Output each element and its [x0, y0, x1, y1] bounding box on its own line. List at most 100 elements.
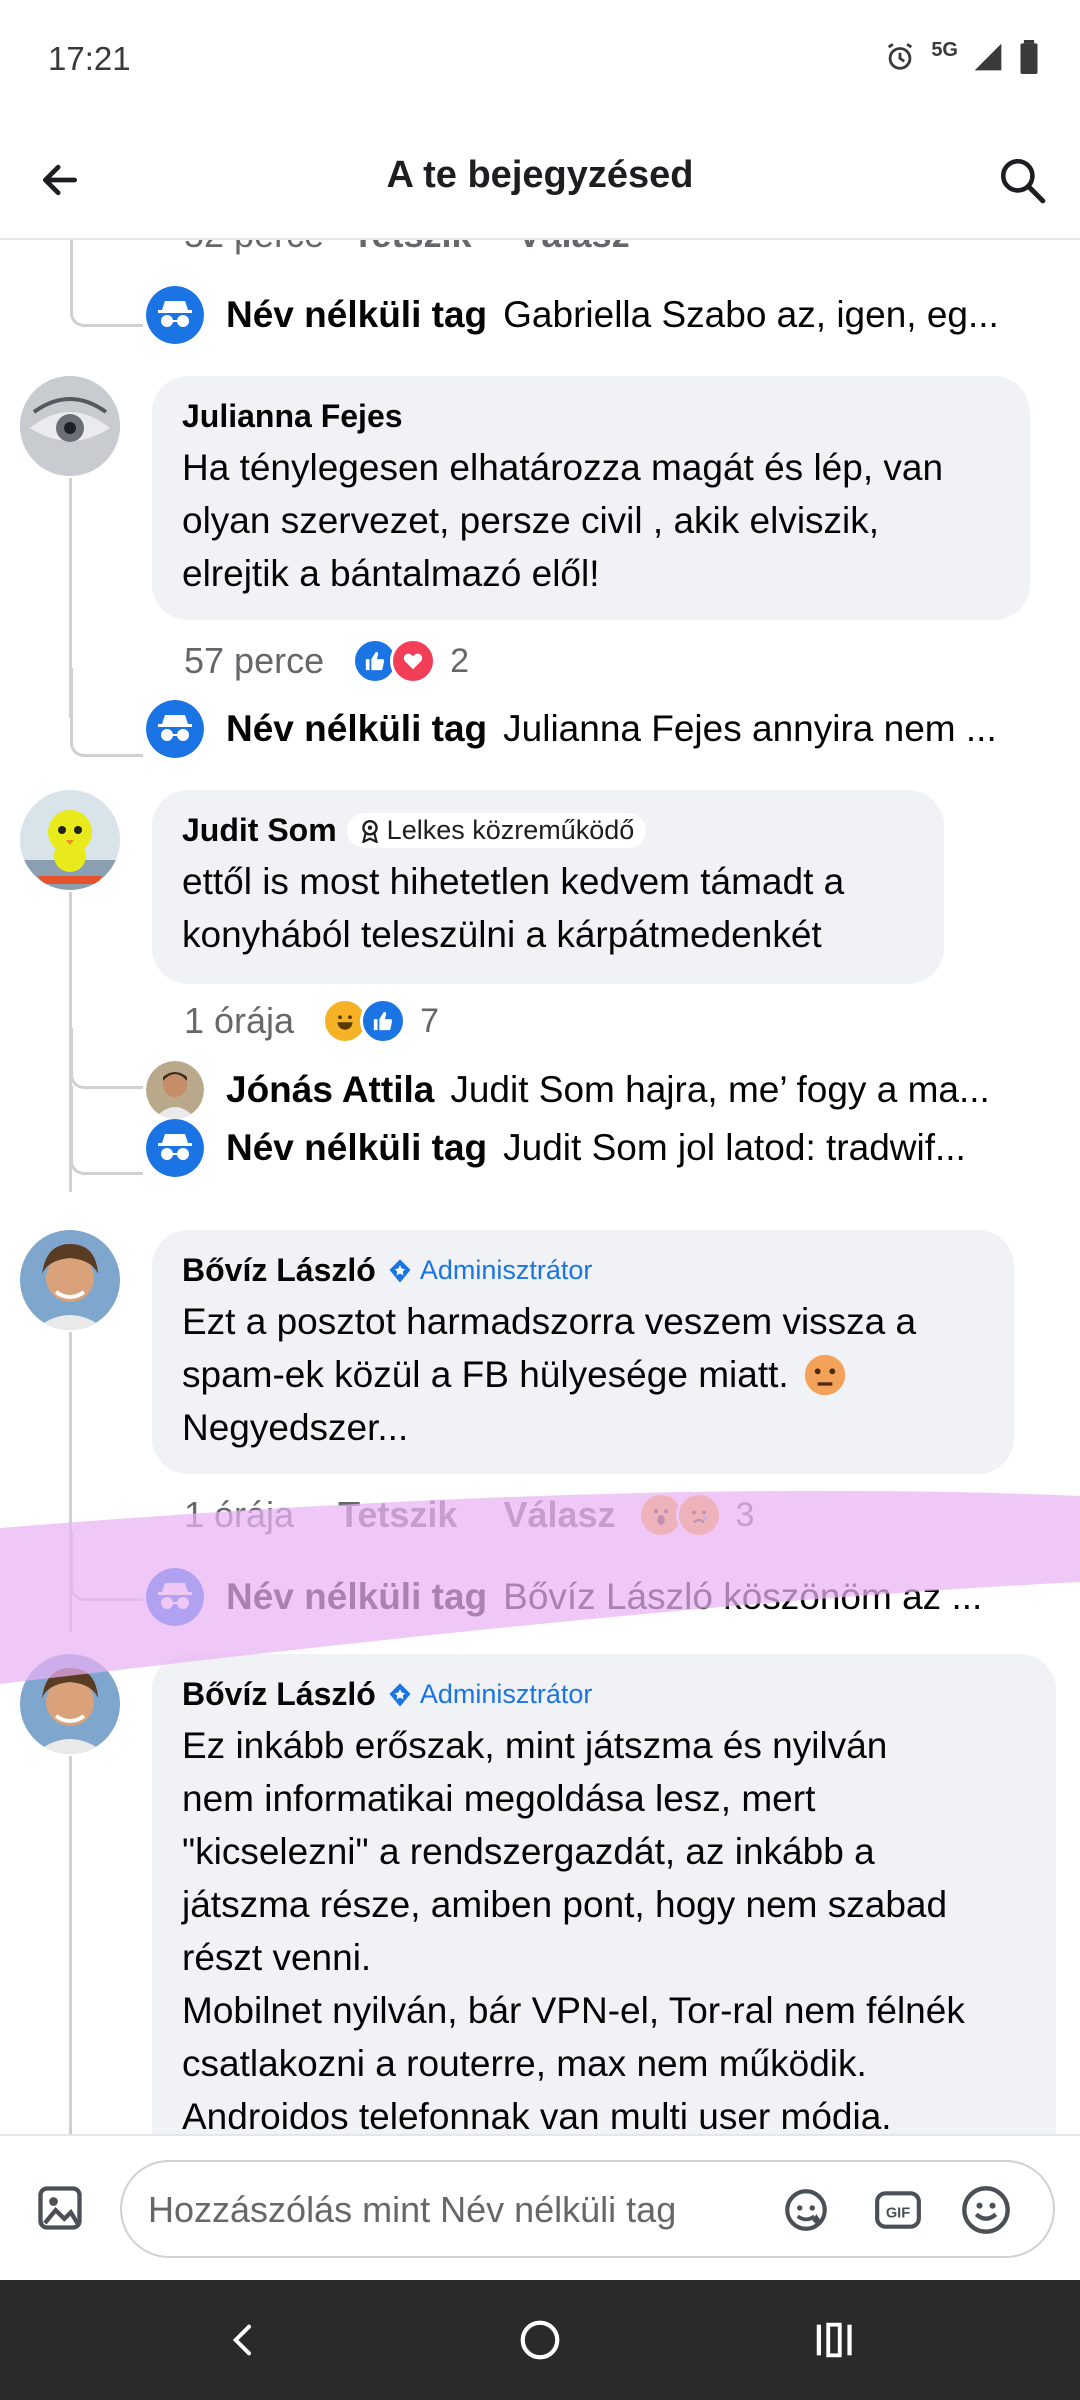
- comment-author[interactable]: Julianna Fejes: [182, 398, 1000, 435]
- comment-meta-partial: 52 perce Tetszik Válasz: [184, 238, 676, 256]
- reply-preview[interactable]: Julianna Fejes annyira nem ...: [503, 708, 997, 750]
- battery-icon: [1020, 40, 1038, 74]
- anonymous-avatar-icon: [146, 700, 204, 758]
- emoji-icon: [962, 2186, 1010, 2234]
- person-avatar-image: [146, 1061, 204, 1119]
- reply-row[interactable]: Név nélküli tag Bővíz László köszönöm az…: [146, 1568, 982, 1626]
- search-button[interactable]: [990, 148, 1054, 212]
- reply-button[interactable]: Válasz: [503, 1494, 615, 1536]
- like-button[interactable]: Tetszik: [338, 1494, 457, 1536]
- reactions[interactable]: [637, 1492, 722, 1538]
- nav-recents-button[interactable]: [804, 2310, 864, 2370]
- admin-badge[interactable]: Adminisztrátor: [386, 1255, 592, 1286]
- reply-author[interactable]: Név nélküli tag: [226, 294, 487, 336]
- comment-meta: 57 perce 2: [184, 638, 469, 684]
- neutral-face-emoji-icon: [804, 1354, 845, 1395]
- app-bar: A te bejegyzésed: [0, 120, 1080, 240]
- comment-bubble[interactable]: Judit Som Lelkes közreműködő ettől is mo…: [152, 790, 944, 984]
- thread-connector: [70, 1532, 143, 1601]
- status-time: 17:21: [48, 40, 131, 77]
- nav-back-button[interactable]: [214, 2310, 274, 2370]
- recents-icon: [816, 2322, 852, 2358]
- reply-button[interactable]: Válasz: [517, 238, 629, 256]
- comment-bubble[interactable]: Bővíz László Adminisztrátor Ezt a poszto…: [152, 1230, 1014, 1474]
- reply-preview[interactable]: Judit Som jol latod: tradwif...: [503, 1127, 966, 1169]
- reactions[interactable]: [322, 998, 407, 1044]
- reply-row[interactable]: Név nélküli tag Judit Som jol latod: tra…: [146, 1119, 966, 1177]
- comment-author[interactable]: Bővíz László Adminisztrátor: [182, 1676, 1026, 1713]
- like-reaction-icon: [360, 998, 407, 1044]
- eye-avatar-image: [20, 376, 120, 476]
- avatar[interactable]: [20, 376, 120, 476]
- network-type: 5G: [931, 38, 958, 61]
- image-icon: [38, 2186, 82, 2230]
- reply-author[interactable]: Név nélküli tag: [226, 1576, 487, 1618]
- chick-avatar-image: [20, 790, 120, 890]
- contributor-badge[interactable]: Lelkes közreműködő: [346, 813, 647, 848]
- comment-input-placeholder: Hozzászólás mint Név nélküli tag: [148, 2189, 677, 2230]
- comment-input[interactable]: Hozzászólás mint Név nélküli tag GIF: [120, 2160, 1055, 2258]
- avatar[interactable]: [20, 790, 120, 890]
- avatar-sticker-button[interactable]: [780, 2184, 832, 2236]
- reply-author[interactable]: Név nélküli tag: [226, 1127, 487, 1169]
- status-icons: 5G: [883, 38, 1040, 74]
- reactions[interactable]: [352, 638, 437, 684]
- admin-badge[interactable]: Adminisztrátor: [386, 1679, 592, 1710]
- avatar[interactable]: [20, 1230, 120, 1330]
- emoji-button[interactable]: [960, 2184, 1012, 2236]
- gif-button[interactable]: GIF: [872, 2184, 924, 2236]
- reply-row[interactable]: Jónás Attila Judit Som hajra, me’ fogy a…: [146, 1061, 990, 1119]
- reply-author[interactable]: Jónás Attila: [226, 1069, 434, 1111]
- thread-connector: [70, 1086, 143, 1175]
- comment-text: ettől is most hihetetlen kedvem támadt a…: [182, 861, 845, 955]
- comment-text: Ezt a posztot harmadszorra veszem vissza…: [182, 1301, 917, 1448]
- admin-shield-icon: [389, 1258, 411, 1283]
- thread-connector: [70, 1028, 143, 1089]
- photo-button[interactable]: [34, 2182, 86, 2234]
- sad-reaction-icon: [675, 1492, 722, 1538]
- signal-icon: [974, 43, 1002, 71]
- comment-text: Ha ténylegesen elhatározza magát és lép,…: [182, 447, 944, 594]
- svg-text:GIF: GIF: [886, 2205, 910, 2221]
- person-avatar-image: [20, 1654, 120, 1754]
- like-button[interactable]: Tetszik: [352, 238, 471, 256]
- comment-bubble[interactable]: Julianna Fejes Ha ténylegesen elhatározz…: [152, 376, 1030, 620]
- comment-composer: Hozzászólás mint Név nélküli tag GIF: [0, 2134, 1080, 2282]
- reply-author[interactable]: Név nélküli tag: [226, 708, 487, 750]
- admin-shield-icon: [389, 1682, 411, 1707]
- avatar: [146, 1061, 204, 1119]
- reaction-count[interactable]: 3: [736, 1496, 755, 1535]
- reply-preview[interactable]: Gabriella Szabo az, igen, eg...: [503, 294, 999, 336]
- thread-connector: [70, 668, 143, 757]
- chevron-left-icon: [232, 2324, 251, 2356]
- home-circle-icon: [520, 2320, 560, 2360]
- person-avatar-image: [20, 1230, 120, 1330]
- reaction-count[interactable]: 7: [420, 1002, 439, 1041]
- reply-preview[interactable]: Judit Som hajra, me’ fogy a ma...: [450, 1069, 989, 1111]
- reply-preview[interactable]: Bővíz László köszönöm az ...: [503, 1576, 982, 1618]
- anonymous-avatar-icon: [146, 1119, 204, 1177]
- gif-icon: GIF: [875, 2191, 921, 2229]
- comment-author[interactable]: Judit Som Lelkes közreműködő: [182, 812, 914, 849]
- alarm-icon: [888, 43, 913, 70]
- award-icon: [361, 819, 378, 843]
- comments-feed[interactable]: 52 perce Tetszik Válasz Név nélküli tag …: [0, 238, 1080, 2134]
- anonymous-avatar-icon: [146, 286, 204, 344]
- page-title: A te bejegyzésed: [386, 154, 694, 196]
- reaction-count[interactable]: 2: [450, 642, 469, 681]
- status-bar: 17:21 5G: [0, 0, 1080, 120]
- comment-meta: 1 órája Tetszik Válasz 3: [184, 1492, 754, 1538]
- avatar[interactable]: [20, 1654, 120, 1754]
- thread-connector: [70, 238, 143, 327]
- anonymous-avatar-icon: [146, 1568, 204, 1626]
- comment-meta: 1 órája 7: [184, 998, 439, 1044]
- reply-row[interactable]: Név nélküli tag Gabriella Szabo az, igen…: [146, 286, 999, 344]
- comment-author[interactable]: Bővíz László Adminisztrátor: [182, 1252, 984, 1289]
- thread-line: [69, 1756, 72, 2134]
- avatar-sticker-icon: [785, 2189, 827, 2231]
- love-reaction-icon: [390, 638, 437, 684]
- comment-text: Ez inkább erőszak, mint játszma és nyilv…: [182, 1725, 965, 2134]
- nav-home-button[interactable]: [510, 2310, 570, 2370]
- reply-row[interactable]: Név nélküli tag Julianna Fejes annyira n…: [146, 700, 997, 758]
- comment-bubble[interactable]: Bővíz László Adminisztrátor Ez inkább er…: [152, 1654, 1056, 2134]
